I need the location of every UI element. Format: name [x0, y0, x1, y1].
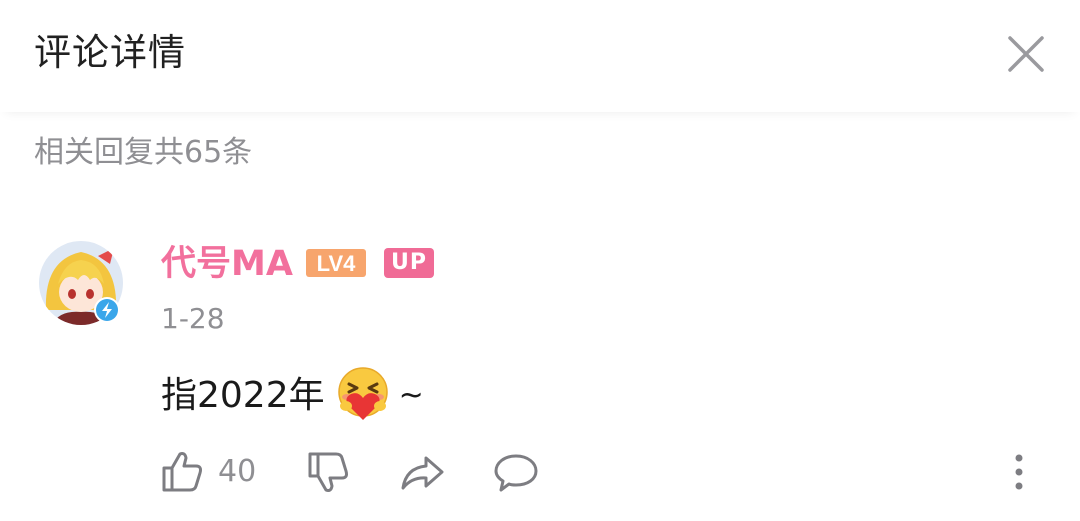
reply-button[interactable]: [492, 448, 540, 496]
header: 评论详情: [0, 0, 1080, 112]
like-count: 40: [218, 454, 257, 489]
like-button[interactable]: 40: [158, 448, 268, 496]
comment-detail-page: 评论详情 相关回复共65条 代号MA LV4 UP 1-28 指2022年 ~ …: [0, 0, 1080, 521]
level-badge-text: LV4: [317, 251, 356, 276]
close-button[interactable]: [1000, 28, 1052, 80]
share-icon: [401, 456, 444, 490]
username[interactable]: 代号MA: [161, 241, 293, 287]
more-options-button[interactable]: [1004, 448, 1034, 496]
level-badge: LV4: [305, 248, 367, 278]
page-title: 评论详情: [34, 31, 186, 74]
heart-hug-emoji-icon: [337, 367, 388, 420]
reply-count-label: 相关回复共65条: [34, 135, 253, 170]
comment-content: 指2022年 ~: [161, 367, 424, 422]
verified-icon: [96, 298, 122, 324]
comment-bubble-icon: [494, 454, 538, 492]
more-vertical-icon: [1015, 454, 1023, 490]
thumbs-up-icon: [162, 452, 202, 492]
share-button[interactable]: [398, 448, 446, 496]
up-badge: UP: [384, 248, 434, 278]
comment-date: 1-28: [161, 302, 225, 335]
comment-trailing-text: ~: [398, 378, 424, 413]
thumbs-down-icon: [308, 452, 348, 492]
dislike-button[interactable]: [304, 448, 352, 496]
close-icon: [1008, 36, 1044, 72]
comment-text: 指2022年: [161, 375, 325, 416]
